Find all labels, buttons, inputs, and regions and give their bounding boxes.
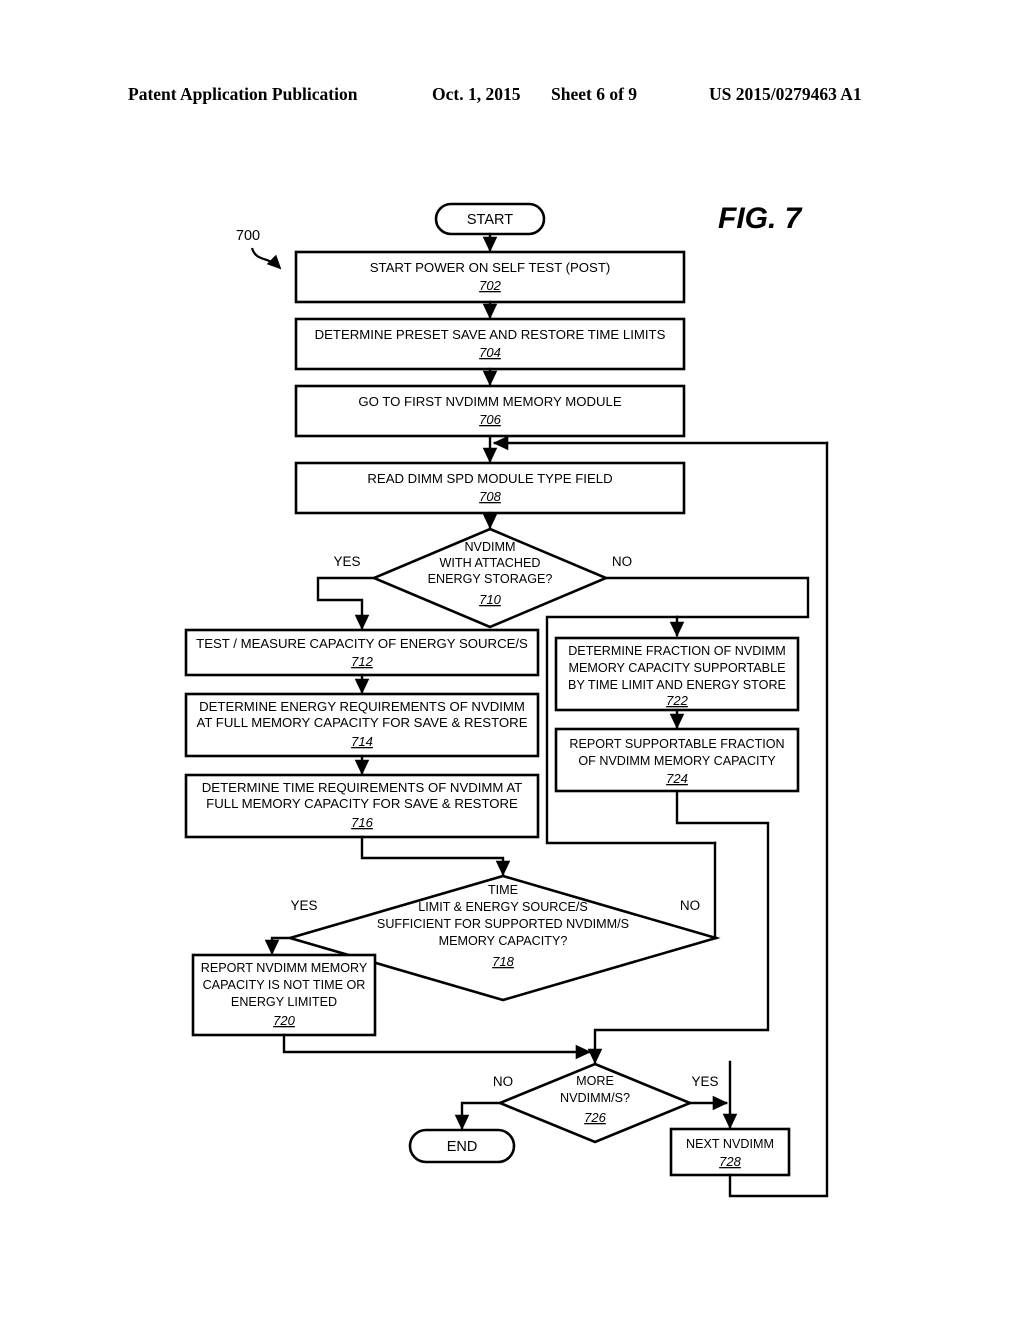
connector-718-yes-to-720 — [264, 936, 292, 956]
node-716-line-1: FULL MEMORY CAPACITY FOR SAVE & RESTORE — [206, 796, 518, 811]
node-718-ref: 718 — [492, 954, 514, 969]
node-708-line-0: READ DIMM SPD MODULE TYPE FIELD — [367, 471, 612, 486]
branch-label-718-yes: YES — [290, 898, 317, 913]
reference-leader-line — [250, 247, 282, 270]
node-704-ref: 704 — [479, 345, 501, 360]
node-724-line-1: OF NVDIMM MEMORY CAPACITY — [578, 754, 776, 768]
node-720-line-0: REPORT NVDIMM MEMORY — [201, 961, 368, 975]
connector-718-no-rail — [713, 841, 718, 940]
node-724-ref: 724 — [666, 771, 688, 786]
end-label: END — [447, 1139, 478, 1155]
node-710-ref: 710 — [479, 592, 501, 607]
flowchart-diagram: FIG. 7 700 START START POWER ON SELF TES… — [184, 202, 829, 1198]
connector-728-loop-back — [728, 441, 829, 1198]
start-label: START — [467, 212, 513, 228]
node-702-ref: 702 — [479, 278, 501, 293]
branch-label-726-no: NO — [493, 1074, 513, 1089]
node-716-ref: 716 — [351, 815, 373, 830]
node-704: DETERMINE PRESET SAVE AND RESTORE TIME L… — [294, 317, 686, 371]
node-702-line-0: START POWER ON SELF TEST (POST) — [370, 260, 611, 275]
node-722-line-0: DETERMINE FRACTION OF NVDIMM — [568, 644, 786, 658]
node-726: MORE NVDIMM/S? 726 — [496, 1062, 694, 1144]
branch-label-710-no: NO — [612, 554, 632, 569]
node-704-line-0: DETERMINE PRESET SAVE AND RESTORE TIME L… — [315, 327, 666, 342]
node-714-line-0: DETERMINE ENERGY REQUIREMENTS OF NVDIMM — [199, 699, 525, 714]
connector-710-no-to-722 — [604, 576, 810, 638]
node-706-ref: 706 — [479, 412, 501, 427]
node-718-line-0: TIME — [488, 883, 518, 897]
node-712-ref: 712 — [351, 654, 373, 669]
node-728-line-0: NEXT NVDIMM — [686, 1137, 774, 1151]
node-724-line-0: REPORT SUPPORTABLE FRACTION — [569, 737, 784, 751]
node-720-line-1: CAPACITY IS NOT TIME OR — [203, 978, 366, 992]
node-714-ref: 714 — [351, 734, 373, 749]
branch-label-718-no: NO — [680, 898, 700, 913]
node-726-line-0: MORE — [576, 1074, 614, 1088]
node-708-ref: 708 — [479, 489, 501, 504]
node-714-line-1: AT FULL MEMORY CAPACITY FOR SAVE & RESTO… — [197, 715, 528, 730]
node-start: START — [434, 202, 546, 236]
node-710-line-1: WITH ATTACHED — [440, 556, 541, 570]
node-720: REPORT NVDIMM MEMORY CAPACITY IS NOT TIM… — [191, 953, 377, 1037]
node-718-line-3: MEMORY CAPACITY? — [439, 934, 568, 948]
node-716-line-0: DETERMINE TIME REQUIREMENTS OF NVDIMM AT — [202, 780, 522, 795]
node-722-line-2: BY TIME LIMIT AND ENERGY STORE — [568, 678, 786, 692]
node-722-ref: 722 — [666, 693, 688, 708]
node-728: NEXT NVDIMM 728 — [669, 1127, 791, 1177]
node-end: END — [408, 1128, 516, 1164]
node-726-line-1: NVDIMM/S? — [560, 1091, 630, 1105]
node-722-line-1: MEMORY CAPACITY SUPPORTABLE — [569, 661, 786, 675]
node-720-line-2: ENERGY LIMITED — [231, 995, 337, 1009]
node-710-line-0: NVDIMM — [464, 540, 515, 554]
node-702: START POWER ON SELF TEST (POST) 702 — [294, 250, 686, 304]
diagram-reference-numeral: 700 — [236, 228, 260, 244]
node-728-ref: 728 — [719, 1154, 741, 1169]
node-706-line-0: GO TO FIRST NVDIMM MEMORY MODULE — [358, 394, 621, 409]
connector-720-to-726 — [282, 1033, 592, 1060]
node-714: DETERMINE ENERGY REQUIREMENTS OF NVDIMM … — [184, 692, 540, 758]
patent-figure-page: Patent Application Publication Oct. 1, 2… — [0, 0, 1024, 1320]
connector-710-yes-to-712 — [316, 576, 376, 631]
node-712-line-0: TEST / MEASURE CAPACITY OF ENERGY SOURCE… — [196, 636, 528, 651]
node-716: DETERMINE TIME REQUIREMENTS OF NVDIMM AT… — [184, 773, 540, 839]
node-726-ref: 726 — [584, 1110, 606, 1125]
node-710: NVDIMM WITH ATTACHED ENERGY STORAGE? 710 — [370, 527, 610, 629]
node-720-ref: 720 — [273, 1013, 295, 1028]
node-712: TEST / MEASURE CAPACITY OF ENERGY SOURCE… — [184, 628, 540, 677]
connector-716-to-718 — [360, 835, 511, 877]
node-708: READ DIMM SPD MODULE TYPE FIELD 708 — [294, 461, 686, 515]
branch-label-726-yes: YES — [691, 1074, 718, 1089]
branch-label-710-yes: YES — [333, 554, 360, 569]
figure-title: FIG. 7 — [718, 202, 803, 235]
node-718-line-1: LIMIT & ENERGY SOURCE/S — [418, 900, 588, 914]
node-706: GO TO FIRST NVDIMM MEMORY MODULE 706 — [294, 384, 686, 438]
node-710-line-2: ENERGY STORAGE? — [428, 572, 553, 586]
node-722: DETERMINE FRACTION OF NVDIMM MEMORY CAPA… — [554, 636, 800, 712]
connector-726-no-to-end — [454, 1101, 502, 1131]
node-718-line-2: SUFFICIENT FOR SUPPORTED NVDIMM/S — [377, 917, 629, 931]
node-724: REPORT SUPPORTABLE FRACTION OF NVDIMM ME… — [554, 727, 800, 793]
